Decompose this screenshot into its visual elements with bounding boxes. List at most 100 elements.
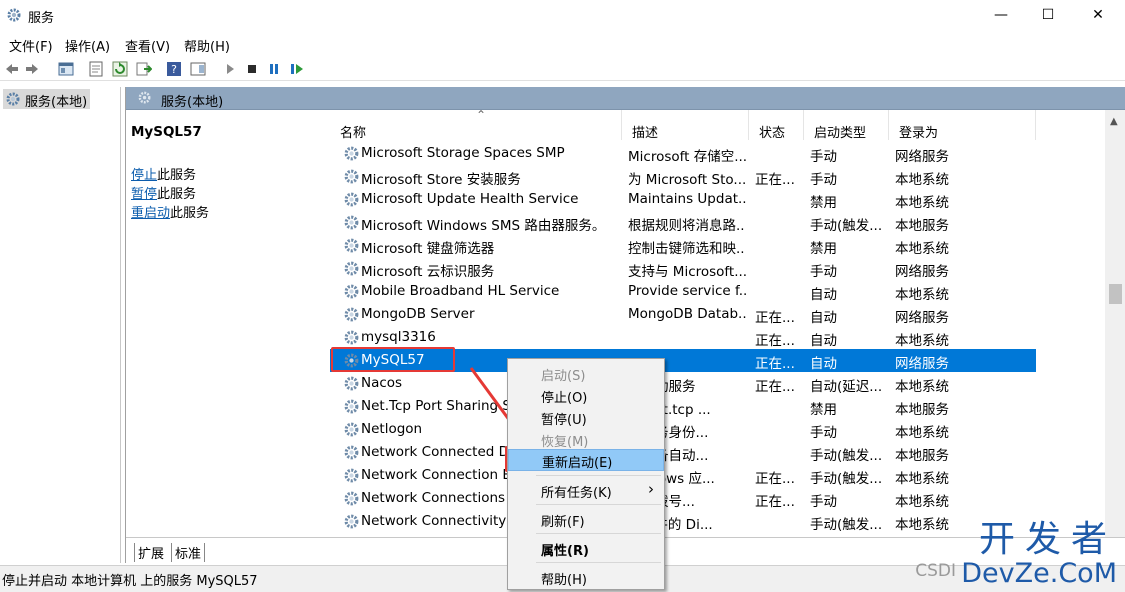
stop-service-link[interactable]: 停止 <box>131 168 157 183</box>
show-hide-pane-icon[interactable] <box>190 61 206 77</box>
menu-item-resume[interactable]: 恢复(M) <box>508 428 664 450</box>
help-icon[interactable]: ? <box>166 61 182 77</box>
menu-item-label: 帮助(H) <box>541 573 587 588</box>
service-row[interactable]: Microsoft Storage Spaces SMP Microsoft 存储… <box>330 142 1036 165</box>
menu-item-all-tasks[interactable]: 所有任务(K) › <box>508 479 664 501</box>
cell-startup-type: 自动 <box>810 356 837 372</box>
service-gear-icon <box>344 376 359 391</box>
pause-service-link[interactable]: 暂停 <box>131 187 157 202</box>
start-service-icon[interactable] <box>222 61 238 77</box>
tab-standard[interactable]: 标准 <box>171 543 206 562</box>
cell-name: Microsoft 键盘筛选器 <box>361 241 495 257</box>
stop-service-icon[interactable] <box>244 61 260 77</box>
service-row[interactable]: Microsoft 云标识服务 支持与 Microsoft... 手动 网络服务 <box>330 257 1036 280</box>
cell-logon-as: 本地系统 <box>895 287 949 303</box>
scrollbar-thumb[interactable] <box>1109 284 1122 304</box>
forward-arrow-icon[interactable] <box>24 61 40 77</box>
cell-startup-type: 手动(触发... <box>810 517 883 533</box>
watermark-bottom-text: DevZe.CoM <box>961 558 1117 589</box>
service-row[interactable]: Network Connections络和拨号...正在...手动本地系统 <box>330 487 1036 510</box>
menu-item-label: 暂停(U) <box>541 413 587 428</box>
tab-extended[interactable]: 扩展 <box>134 543 164 562</box>
column-header-description[interactable]: 描述 <box>622 110 749 141</box>
menu-separator <box>536 562 661 563</box>
service-row[interactable]: Netlogon 和服务身份... 手动 本地系统 <box>330 418 1036 441</box>
menu-help[interactable]: 帮助(H) <box>184 36 230 55</box>
service-row[interactable]: Network Connected De 接设备自动... 手动(触发... 本地服务 <box>330 441 1036 464</box>
column-header-logon-as[interactable]: 登录为 <box>889 110 1036 141</box>
cell-logon-as: 网络服务 <box>895 149 949 165</box>
menu-view[interactable]: 查看(V) <box>125 36 170 55</box>
tree-item-label: 服务(本地) <box>25 95 88 110</box>
service-row[interactable]: mysql3316 正在... 自动 本地系统 <box>330 326 1036 349</box>
column-header-name[interactable]: 名称 ⌃ <box>330 110 622 141</box>
service-row[interactable]: Mobile Broadband HL Service Provide servi… <box>330 280 1036 303</box>
service-gear-icon <box>344 399 359 414</box>
cell-name: mysql3316 <box>361 329 436 345</box>
column-header-startup-type[interactable]: 启动类型 <box>804 110 889 141</box>
cell-logon-as: 本地服务 <box>895 402 949 418</box>
service-row[interactable]: Nacos自启动服务正在...自动(延迟...本地系统 <box>330 372 1036 395</box>
service-row[interactable]: Network Connectivity A1 组件的 Di... 手动(触发..… <box>330 510 1036 533</box>
selected-service-name: MySQL57 <box>131 124 202 140</box>
vertical-scrollbar[interactable]: ▲ <box>1105 110 1125 537</box>
column-label: 启动类型 <box>814 126 867 141</box>
menu-item-help[interactable]: 帮助(H) <box>508 566 664 588</box>
cell-startup-type: 手动 <box>810 149 837 165</box>
services-list: 名称 ⌃ 描述 状态 启动类型 登录为 Microsoft Storage Sp… <box>330 110 1105 537</box>
service-gear-icon <box>344 491 359 506</box>
service-row[interactable]: Microsoft Store 安装服务 为 Microsoft Sto... 正在… <box>330 165 1036 188</box>
menu-file[interactable]: 文件(F) <box>9 36 53 55</box>
service-row[interactable]: Net.Tcp Port Sharing S过 net.tcp ... 禁用 本地服… <box>330 395 1036 418</box>
cell-description: MongoDB Datab... <box>628 306 746 322</box>
restart-service-action: 重启动此服务 <box>131 202 209 221</box>
cell-startup-type: 禁用 <box>810 195 837 211</box>
service-row[interactable]: Microsoft Windows SMS 路由器服务。 根据规则将消息路... 手… <box>330 211 1036 234</box>
title-bar: 服务 — ☐ ✕ <box>0 0 1125 32</box>
console-tree-icon[interactable] <box>58 61 74 77</box>
cell-name: MongoDB Server <box>361 306 475 322</box>
service-row[interactable]: Network Connection Br Vindows 应... 正在... 手动… <box>330 464 1036 487</box>
column-header-status[interactable]: 状态 <box>749 110 804 141</box>
tree-item-services-local[interactable]: 服务(本地) <box>3 89 90 110</box>
back-arrow-icon[interactable] <box>4 61 20 77</box>
service-row[interactable]: Microsoft 键盘筛选器 控制击键筛选和映... 禁用 本地系统 <box>330 234 1036 257</box>
properties-sheet-icon[interactable] <box>88 61 104 77</box>
cell-logon-as: 本地系统 <box>895 471 949 487</box>
menu-separator <box>536 533 661 534</box>
cell-startup-type: 手动 <box>810 264 837 280</box>
pause-service-icon[interactable] <box>266 61 282 77</box>
menu-item-refresh[interactable]: 刷新(F) <box>508 508 664 530</box>
refresh-icon[interactable] <box>112 61 128 77</box>
maximize-button[interactable]: ☐ <box>1025 0 1071 30</box>
menu-bar: 文件(F) 操作(A) 查看(V) 帮助(H) <box>0 33 1125 55</box>
minimize-button[interactable]: — <box>978 0 1024 30</box>
stop-service-action: 停止此服务 <box>131 164 196 183</box>
menu-item-label: 恢复(M) <box>541 435 589 450</box>
menu-item-restart[interactable]: 重新启动(E) <box>508 449 664 471</box>
export-list-icon[interactable] <box>136 61 152 77</box>
panel-header: 服务(本地) <box>126 87 1125 110</box>
menu-item-properties[interactable]: 属性(R) <box>508 537 664 559</box>
service-row[interactable]: Microsoft Update Health Service Maintains… <box>330 188 1036 211</box>
cell-startup-type: 自动 <box>810 310 837 326</box>
menu-item-start[interactable]: 启动(S) <box>508 362 664 384</box>
cell-logon-as: 网络服务 <box>895 310 949 326</box>
menu-item-label: 所有任务(K) <box>541 486 612 501</box>
service-gear-icon <box>344 169 359 184</box>
menu-item-stop[interactable]: 停止(O) <box>508 384 664 406</box>
services-gear-icon <box>7 8 21 22</box>
menu-item-pause[interactable]: 暂停(U) <box>508 406 664 428</box>
restart-service-link[interactable]: 重启动 <box>131 206 170 221</box>
menu-item-label: 重新启动(E) <box>542 456 613 471</box>
menu-item-label: 刷新(F) <box>541 515 585 530</box>
window-title: 服务 <box>28 11 55 26</box>
restart-service-icon[interactable] <box>289 61 305 77</box>
scroll-up-icon[interactable]: ▲ <box>1110 116 1118 127</box>
close-button[interactable]: ✕ <box>1075 0 1121 30</box>
cell-startup-type: 禁用 <box>810 241 837 257</box>
cell-description: Maintains Updat... <box>628 191 746 207</box>
service-row[interactable]: MongoDB Server MongoDB Datab... 正在... 自动 网络服… <box>330 303 1036 326</box>
cell-description: 支持与 Microsoft... <box>628 264 746 280</box>
menu-action[interactable]: 操作(A) <box>65 36 110 55</box>
